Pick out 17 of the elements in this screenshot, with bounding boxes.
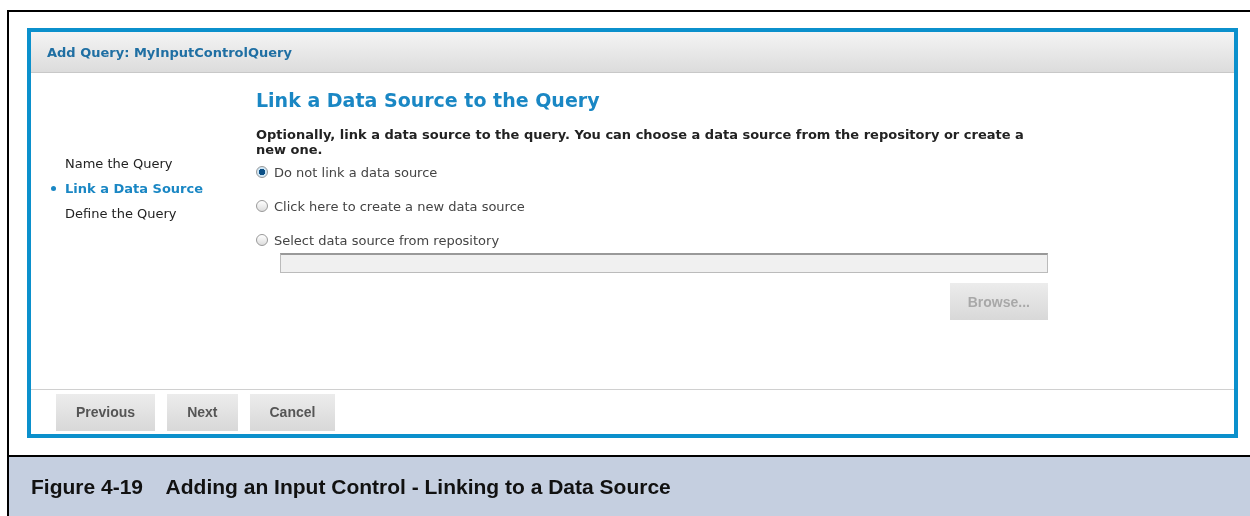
instructions-text: Optionally, link a data source to the query. You can choose a data source from the repository or create a new one.: [256, 127, 1025, 157]
radio-option[interactable]: Select data source from repository: [256, 231, 500, 249]
figure-caption: Figure 4-19 Adding an Input Control - Linking to a Data Source: [31, 474, 671, 499]
footer-button[interactable]: Cancel: [249, 393, 336, 431]
step-link[interactable]: Name the Query: [65, 155, 173, 171]
step-link[interactable]: Define the Query: [65, 205, 177, 221]
dialog-title: Add Query: MyInputControlQuery: [47, 44, 292, 60]
footer-button[interactable]: Previous: [56, 393, 156, 431]
step-link[interactable]: Link a Data Source: [65, 180, 204, 196]
section-heading: Link a Data Source to the Query: [256, 89, 601, 111]
radio-button[interactable]: [256, 234, 268, 246]
radio-button[interactable]: [256, 166, 268, 178]
radio-button[interactable]: [256, 200, 268, 212]
footer-button[interactable]: Next: [167, 393, 238, 431]
radio-option[interactable]: Click here to create a new data source: [256, 197, 525, 215]
bullet-icon: [51, 185, 56, 191]
radio-option[interactable]: Do not link a data source: [256, 163, 438, 181]
